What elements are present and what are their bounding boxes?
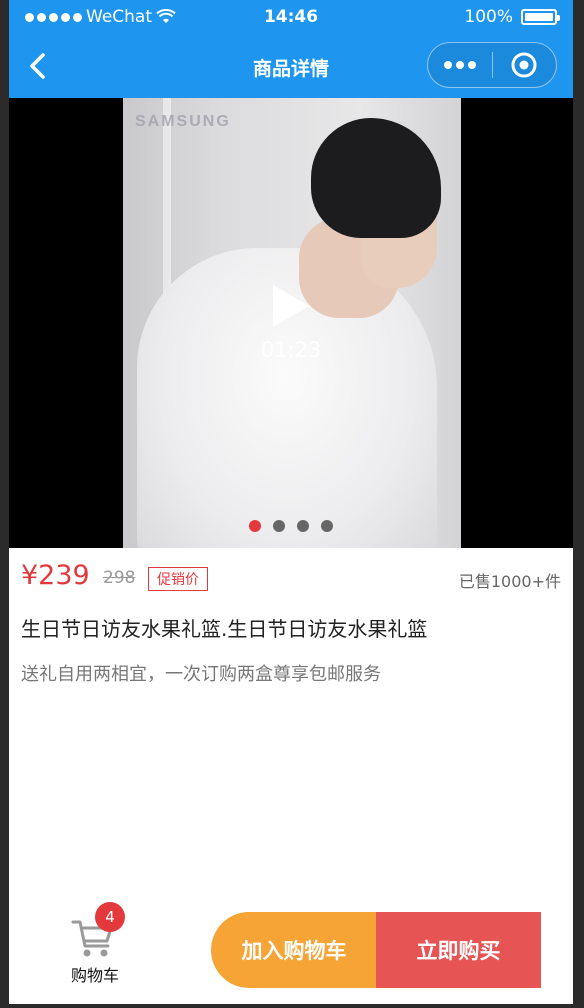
buy-now-button[interactable]: 立即购买 [376,912,541,988]
status-bar: WeChat 14:46 100% [9,0,573,34]
swiper-dot[interactable] [249,520,261,532]
battery-group: 100% [464,7,560,27]
menu-capsule [427,42,557,88]
battery-icon [521,9,560,25]
video-duration: 01:23 [260,338,322,362]
swiper-dot[interactable] [297,520,309,532]
cart-label: 购物车 [70,966,119,985]
promo-badge: 促销价 [148,567,208,591]
target-circle-icon [511,52,537,78]
phone-screen: WeChat 14:46 100% 商品详情 SAMSUNG 01:23 ¥23… [9,0,573,1004]
battery-percent: 100% [464,7,513,27]
navigation-bar: 商品详情 [9,34,573,98]
swiper-dot[interactable] [321,520,333,532]
more-dots-icon [443,61,476,69]
more-button[interactable] [428,43,492,87]
swiper-indicators [249,520,333,532]
cart-button[interactable]: 4 购物车 [63,902,127,988]
play-icon[interactable] [271,283,311,329]
add-to-cart-button[interactable]: 加入购物车 [211,912,377,988]
cart-count-badge: 4 [95,902,125,932]
product-title: 生日节日访友水果礼篮.生日节日访友水果礼篮 [21,617,428,641]
product-subtitle: 送礼自用两相宜，一次订购两盒尊享包邮服务 [21,664,381,685]
video-person-hair [311,118,441,238]
swiper-dot[interactable] [273,520,285,532]
close-miniprogram-button[interactable] [493,43,557,87]
current-price: ¥239 [21,560,90,591]
product-video[interactable]: SAMSUNG 01:23 [9,98,573,548]
price-row: ¥239 298 促销价 已售1000+件 [21,560,561,594]
original-price: 298 [103,568,136,588]
sales-count: 已售1000+件 [458,572,561,591]
video-watermark: SAMSUNG [135,113,231,130]
